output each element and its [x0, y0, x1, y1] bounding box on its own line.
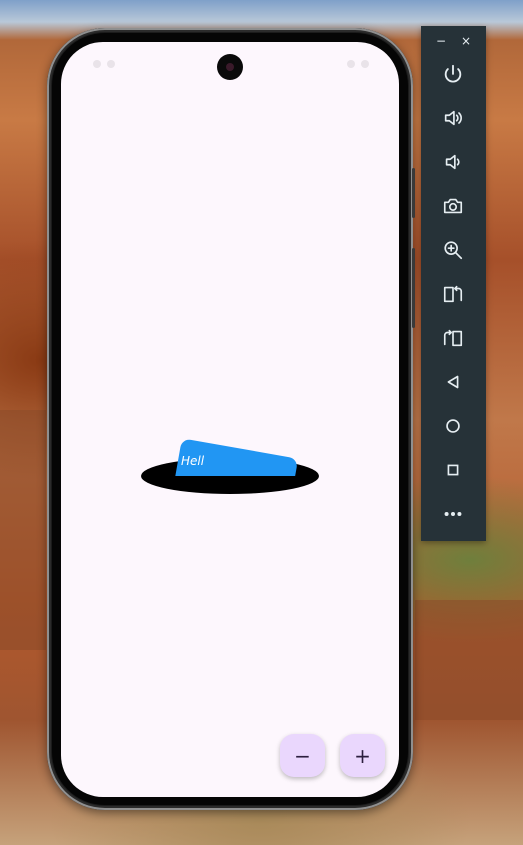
overview-icon [447, 464, 459, 476]
power-side-button [412, 168, 415, 218]
rotate-left-icon [443, 285, 463, 303]
phone-frame: Hell − + [47, 28, 415, 810]
power-button[interactable] [437, 58, 469, 90]
minus-icon: − [294, 743, 311, 768]
volume-up-icon [444, 110, 462, 126]
plus-icon: + [354, 743, 371, 768]
background-building-left [0, 410, 46, 650]
home-button[interactable] [437, 410, 469, 442]
rotate-left-button[interactable] [437, 278, 469, 310]
volume-side-button [412, 248, 415, 328]
status-icon [347, 60, 355, 68]
more-button[interactable] [437, 498, 469, 530]
back-button[interactable] [437, 366, 469, 398]
status-icon [361, 60, 369, 68]
volume-down-icon [445, 154, 460, 170]
background-building-right [415, 600, 523, 720]
power-icon [444, 64, 462, 83]
volume-up-button[interactable] [437, 102, 469, 134]
toolbar-titlebar: − × [421, 32, 486, 50]
minimize-button[interactable]: − [431, 32, 451, 50]
zoom-button[interactable] [437, 234, 469, 266]
overview-button[interactable] [437, 454, 469, 486]
home-icon [446, 419, 460, 433]
device-screen[interactable]: Hell − + [61, 42, 399, 797]
emulator-toolbar: − × [421, 26, 486, 541]
decrement-button[interactable]: − [280, 734, 325, 777]
front-camera [217, 54, 243, 80]
rotate-right-button[interactable] [437, 322, 469, 354]
screenshot-button[interactable] [437, 190, 469, 222]
volume-down-button[interactable] [437, 146, 469, 178]
increment-button[interactable]: + [340, 734, 385, 777]
card-text: Hell [181, 454, 205, 468]
zoom-in-icon [444, 241, 463, 260]
back-icon [447, 375, 459, 389]
status-icon [107, 60, 115, 68]
rotate-right-icon [443, 329, 463, 347]
close-button[interactable]: × [456, 32, 476, 50]
more-icon [444, 511, 462, 517]
card-clip: Hell [141, 412, 319, 476]
status-icon [93, 60, 101, 68]
camera-icon [443, 198, 463, 214]
